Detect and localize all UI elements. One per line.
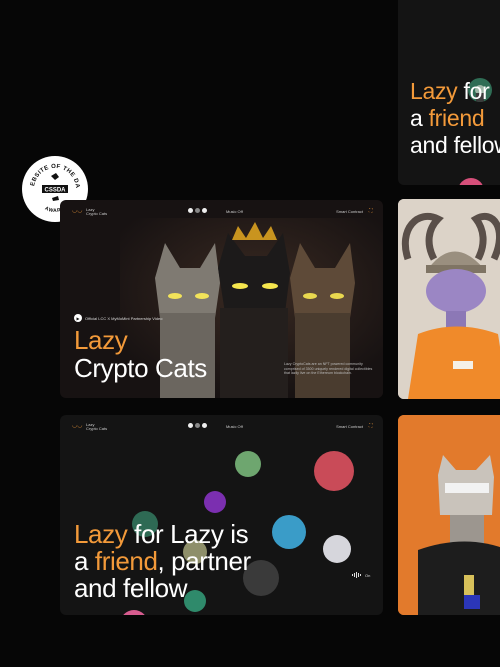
sound-toggle[interactable]: On: [352, 572, 370, 578]
video-label: Official LCC X MyMoMint Partnership Vide…: [85, 315, 163, 321]
headline-rest: for Lazy is: [134, 519, 249, 549]
brand-name[interactable]: Lazy Crypto Cats: [86, 208, 107, 216]
logo-icon[interactable]: ◡◡: [72, 207, 82, 214]
helmet-cat-artwork: [398, 199, 500, 399]
orange-cat-card: [398, 415, 500, 615]
play-icon[interactable]: ▶: [74, 314, 82, 322]
award-top-text: WEBSITE OF THE DAY: [22, 156, 80, 189]
hero-title-line2: Crypto Cats: [74, 353, 207, 383]
smart-contract-link[interactable]: Smart Contract: [336, 209, 363, 214]
music-toggle[interactable]: Music Off: [226, 209, 243, 214]
logo-icon[interactable]: ◡◡: [72, 422, 82, 429]
headline-word-for: for: [463, 78, 490, 104]
brand-name[interactable]: Lazy Crypto Cats: [86, 423, 107, 431]
theme-toggle[interactable]: [188, 423, 207, 429]
avatar-bubble: [204, 491, 226, 513]
expand-icon[interactable]: ⛶: [369, 423, 375, 429]
expand-icon[interactable]: ⛶: [369, 208, 375, 214]
hero-title: Lazy Crypto Cats: [74, 326, 207, 382]
helmet-cat-card: [398, 199, 500, 399]
hero-card: ◡◡ Lazy Crypto Cats Music Off Smart Cont…: [60, 200, 383, 398]
robot-cat-artwork: [398, 415, 500, 615]
svg-text:WEBSITE OF THE DAY: WEBSITE OF THE DAY: [22, 156, 80, 189]
brand-line2: Crypto Cats: [86, 211, 108, 216]
top-card-headline: Lazy for a friend and fellow: [410, 78, 500, 159]
headline-line3: and fellow: [410, 132, 500, 158]
sound-wave-icon: [352, 572, 361, 578]
music-toggle[interactable]: Music Off: [226, 424, 243, 429]
theme-toggle[interactable]: [188, 208, 207, 214]
hero-description: Lazy CryptoCats are an NFT powered commu…: [284, 362, 373, 376]
lazy-for-lazy-card: ◡◡ Lazy Crypto Cats Music Off Smart Cont…: [60, 415, 383, 615]
top-right-preview-card: Lazy for a friend and fellow: [398, 0, 500, 185]
sound-label: On: [365, 572, 371, 578]
headline-word-friend: friend: [428, 105, 485, 131]
brand-line2: Crypto Cats: [86, 426, 108, 431]
avatar-bubble: [458, 178, 484, 185]
award-logo-text: CSSDA: [44, 188, 66, 194]
avatar-bubble: [314, 451, 354, 491]
avatar-bubble: [235, 451, 261, 477]
headline-line3: and fellow: [74, 573, 188, 603]
headline-word-a: a: [74, 546, 89, 576]
bottom-navbar: ◡◡ Lazy Crypto Cats Music Off Smart Cont…: [60, 415, 383, 437]
smart-contract-link[interactable]: Smart Contract: [336, 424, 363, 429]
avatar-bubble: [120, 610, 148, 615]
avatar-bubble: [323, 535, 351, 563]
lazy-for-lazy-headline: Lazy for Lazy is a friend, partner and f…: [74, 521, 251, 602]
headline-word-a: a: [410, 105, 423, 131]
headline-word-lazy: Lazy: [410, 78, 458, 104]
video-link[interactable]: ▶ Official LCC X MyMoMint Partnership Vi…: [74, 314, 162, 322]
headline-word-friend: friend: [94, 546, 158, 576]
hero-navbar: ◡◡ Lazy Crypto Cats Music Off Smart Cont…: [60, 200, 383, 222]
headline-word-partner: , partner: [157, 546, 252, 576]
hero-title-line1: Lazy: [74, 325, 128, 355]
avatar-bubble: [272, 515, 306, 549]
headline-word-lazy: Lazy: [74, 519, 128, 549]
